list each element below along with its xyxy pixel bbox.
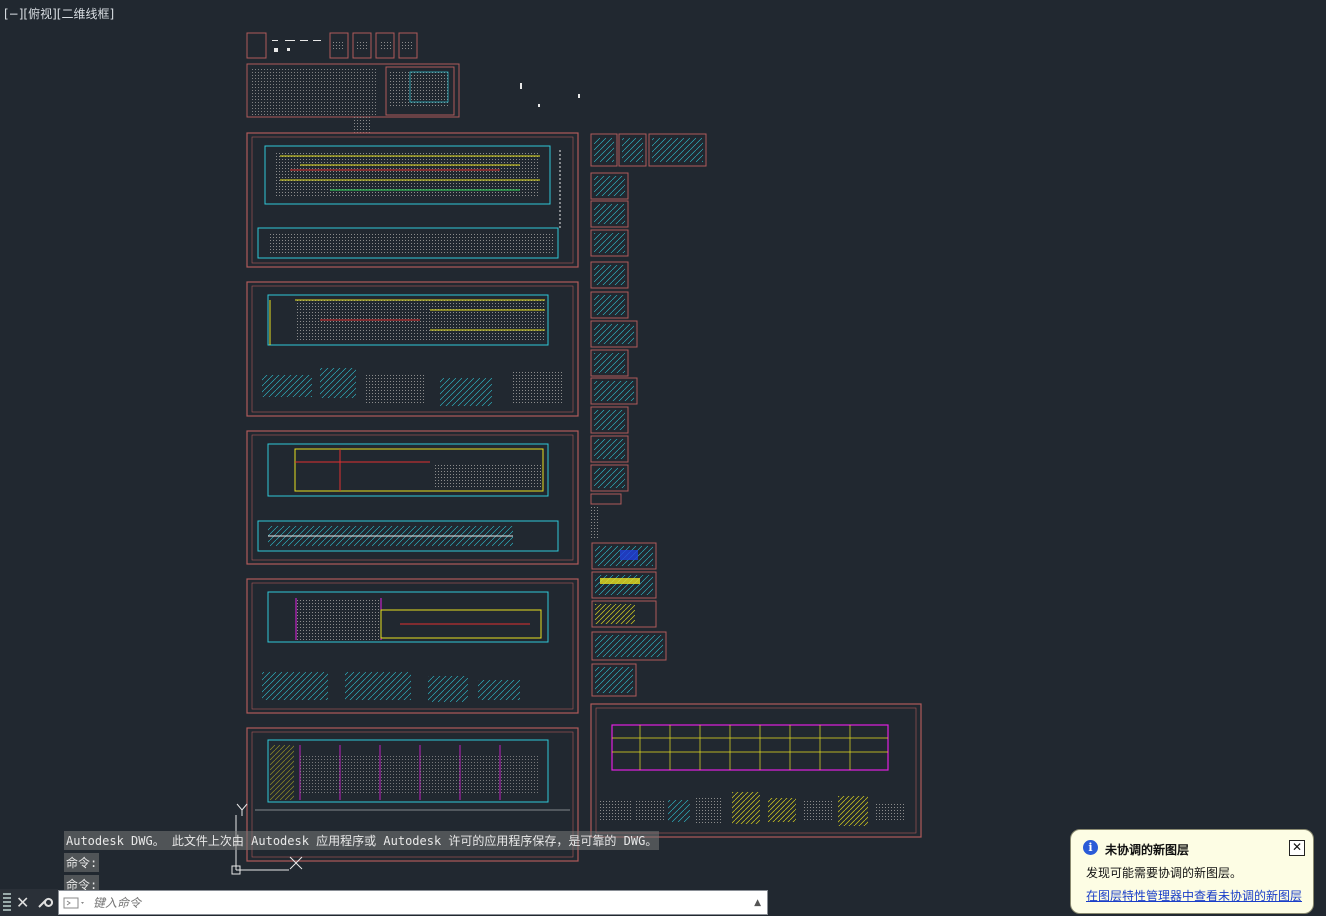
top-title-sheets: [246, 32, 418, 59]
command-history: Autodesk DWG。 此文件上次由 Autodesk 应用程序或 Auto…: [64, 831, 660, 897]
grip-handle[interactable]: [3, 892, 11, 913]
plan-sheet-1: [246, 132, 579, 268]
plan-sheet-2: [246, 281, 579, 417]
command-history-line: 命令:: [64, 853, 100, 872]
notification-title: 未协调的新图层: [1105, 843, 1190, 857]
command-tools: ✕: [0, 889, 58, 916]
command-bar: ✕ ▲: [0, 889, 770, 916]
close-icon[interactable]: ✕: [1289, 840, 1305, 856]
layer-notification: i 未协调的新图层 ✕ 发现可能需要协调的新图层。 在图层特性管理器中查看未协调…: [1070, 829, 1314, 914]
command-icon[interactable]: [63, 897, 87, 909]
command-input-box[interactable]: ▲: [58, 890, 768, 915]
close-icon[interactable]: ✕: [16, 893, 29, 912]
info-icon: i: [1083, 840, 1098, 855]
history-arrow-icon[interactable]: ▲: [754, 898, 761, 908]
command-history-line: Autodesk DWG。 此文件上次由 Autodesk 应用程序或 Auto…: [64, 831, 660, 850]
wrench-icon[interactable]: [37, 893, 54, 913]
notes-sheets: [246, 63, 580, 133]
notification-link[interactable]: 在图层特性管理器中查看未协调的新图层: [1086, 887, 1302, 904]
detail-sheets-column: [590, 133, 707, 697]
command-input[interactable]: [91, 894, 755, 911]
notification-body: 发现可能需要协调的新图层。: [1086, 866, 1243, 880]
drawing-canvas[interactable]: [0, 0, 1326, 916]
plan-sheet-4: [246, 578, 579, 714]
plan-sheet-3: [246, 430, 579, 565]
grid-plan-sheet: [590, 703, 922, 838]
